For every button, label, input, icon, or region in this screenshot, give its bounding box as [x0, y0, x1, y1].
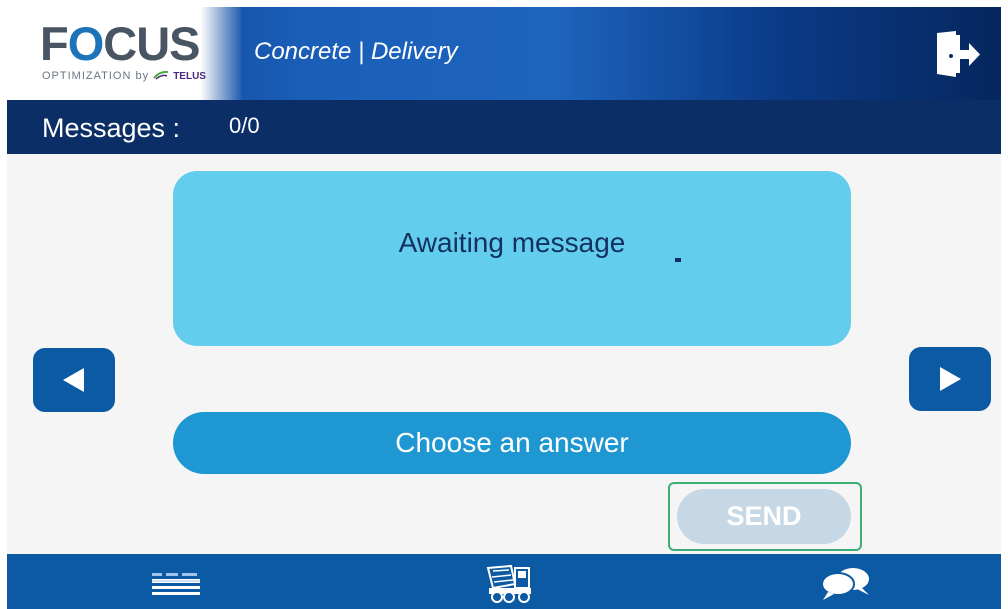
logo: FOCUS OPTIMIZATION by TELUS	[7, 7, 243, 100]
loading-indicator	[675, 258, 681, 262]
messages-count: 0/0	[229, 113, 260, 138]
messages-label: Messages :	[42, 113, 181, 143]
bottom-nav-messages[interactable]	[803, 554, 883, 609]
messages-bar: Messages : 0/0	[7, 100, 1001, 154]
bottom-nav	[7, 554, 1001, 609]
chat-bubbles-icon	[821, 568, 869, 600]
triangle-left-icon	[63, 368, 84, 392]
bottom-nav-forms[interactable]	[135, 554, 215, 609]
logo-wordmark: FOCUS	[40, 17, 201, 70]
app-header: FOCUS OPTIMIZATION by TELUS Concrete | D…	[7, 7, 1001, 100]
bottom-nav-delivery[interactable]	[471, 554, 551, 609]
forms-list-icon	[152, 573, 200, 595]
triangle-right-icon	[940, 367, 961, 391]
send-button[interactable]: SEND	[677, 489, 851, 544]
choose-answer-button[interactable]: Choose an answer	[173, 412, 851, 474]
logout-button[interactable]	[932, 29, 982, 79]
logout-door-icon	[937, 31, 980, 77]
app-frame: FOCUS OPTIMIZATION by TELUS Concrete | D…	[7, 7, 1001, 609]
previous-message-button[interactable]	[33, 348, 115, 412]
logo-subtitle: OPTIMIZATION by TELUS	[42, 70, 206, 82]
message-card: Awaiting message	[173, 171, 851, 346]
next-message-button[interactable]	[909, 347, 991, 411]
app-title: Concrete | Delivery	[254, 38, 458, 65]
message-text: Awaiting message	[398, 227, 626, 258]
concrete-truck-icon	[486, 564, 531, 603]
telus-leaf-icon	[153, 70, 169, 80]
